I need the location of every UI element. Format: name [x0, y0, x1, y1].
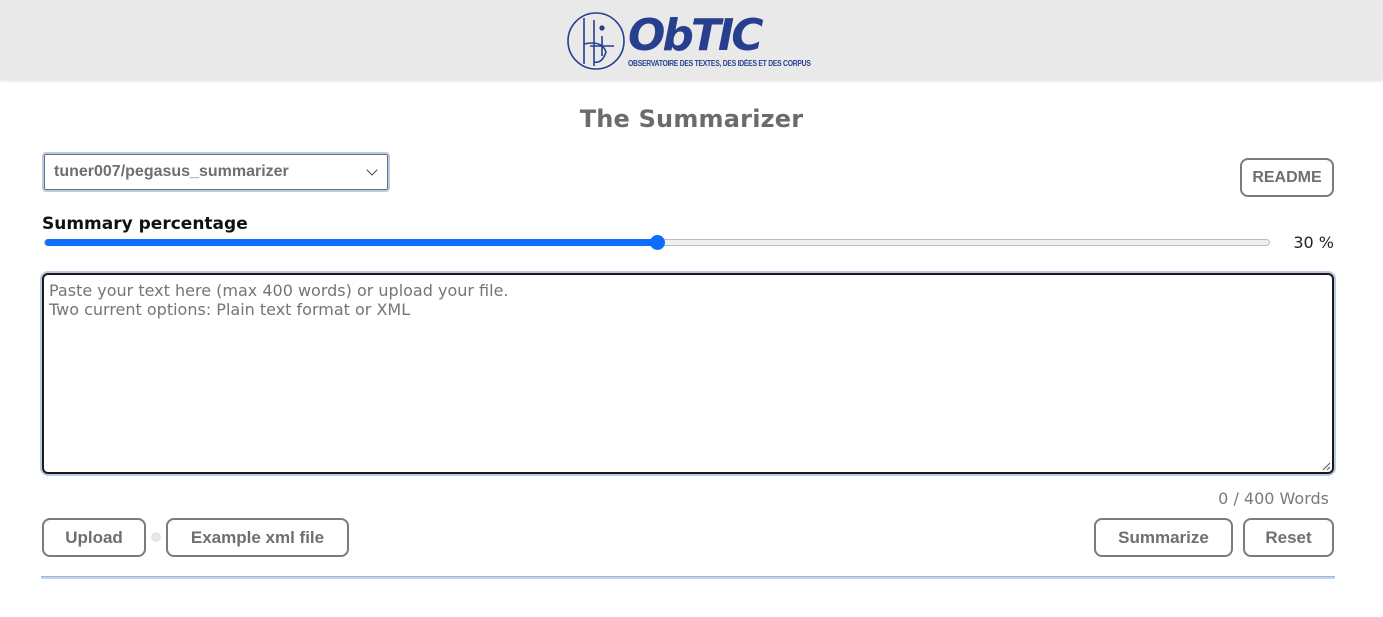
text-input[interactable]: [42, 273, 1334, 474]
example-xml-file-button[interactable]: Example xml file: [166, 518, 349, 557]
word-count: 0 / 400 Words: [1218, 489, 1329, 508]
slider-thumb[interactable]: [650, 235, 665, 250]
header: ObTIC OBSERVATOIRE DES TEXTES, DES IDÉES…: [0, 0, 1383, 79]
model-select[interactable]: tuner007/pegasus_summarizer: [42, 152, 390, 192]
readme-button[interactable]: README: [1240, 158, 1334, 197]
summary-percentage-slider[interactable]: [44, 235, 1270, 250]
model-select-value: tuner007/pegasus_summarizer: [54, 163, 289, 180]
summary-percentage-value: 30 %: [1293, 233, 1334, 252]
reset-button[interactable]: Reset: [1243, 518, 1334, 557]
chevron-down-icon: [366, 164, 378, 176]
divider: [41, 576, 1335, 579]
page-title: The Summarizer: [579, 105, 804, 133]
summarize-button[interactable]: Summarize: [1094, 518, 1233, 557]
logo-subtitle: OBSERVATOIRE DES TEXTES, DES IDÉES ET DE…: [628, 59, 811, 68]
logo-emblem-icon: [567, 12, 625, 70]
slider-fill: [45, 239, 657, 246]
logo-text: ObTIC: [628, 10, 764, 61]
separator-dot: [151, 532, 161, 542]
obtic-logo[interactable]: ObTIC OBSERVATOIRE DES TEXTES, DES IDÉES…: [566, 10, 816, 72]
summary-percentage-label: Summary percentage: [42, 214, 248, 234]
resize-grip-icon[interactable]: [1322, 462, 1331, 471]
upload-button[interactable]: Upload: [42, 518, 146, 557]
